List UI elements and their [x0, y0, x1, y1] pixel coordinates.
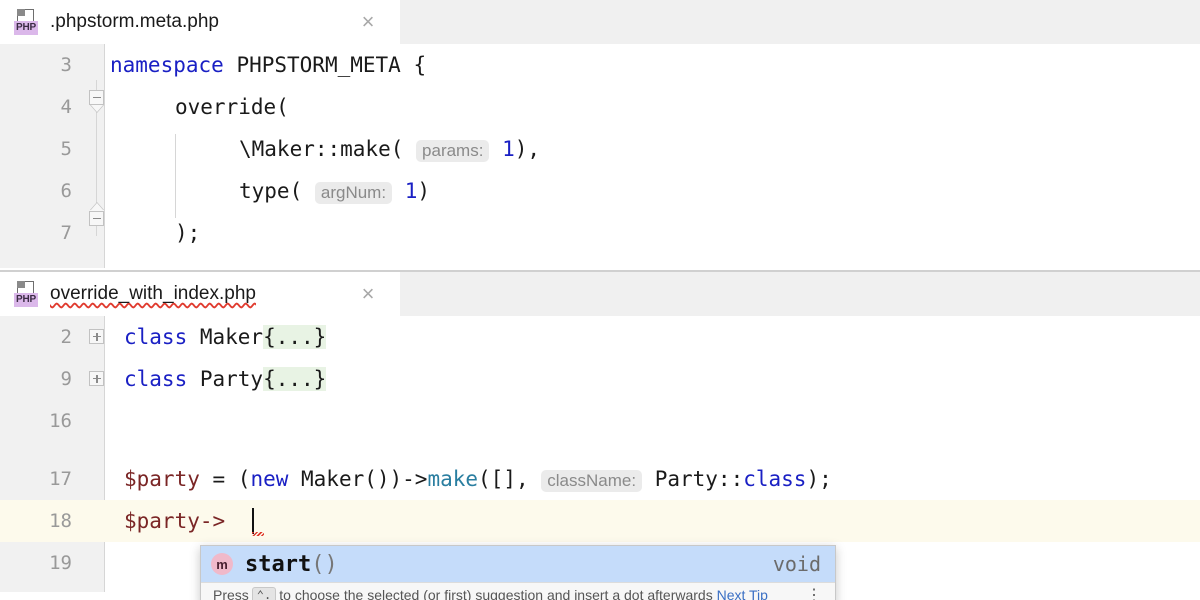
- code-line[interactable]: 3 namespace PHPSTORM_META {: [0, 44, 1200, 86]
- param-hint-argnum: argNum:: [314, 182, 393, 204]
- token-namespace-ident: PHPSTORM_META: [236, 53, 401, 77]
- tab-phpstorm-meta[interactable]: PHP .phpstorm.meta.php ×: [0, 0, 400, 44]
- token-number: 1: [502, 137, 515, 161]
- method-icon: m: [211, 553, 233, 575]
- token-maker-ctor: Maker())->: [288, 467, 428, 491]
- line-number: 2: [60, 326, 72, 348]
- code-text: override(: [175, 86, 289, 128]
- footer-shortcut: ⌃.: [251, 586, 277, 600]
- code-line[interactable]: 7 );: [0, 212, 1200, 254]
- code-line[interactable]: 2 class Maker{...}: [0, 316, 1200, 358]
- ide-editor-window: PHP .phpstorm.meta.php × 3 namespace PHP…: [0, 0, 1200, 600]
- line-number: 17: [49, 468, 72, 490]
- token-keyword: namespace: [110, 53, 224, 77]
- fold-placeholder[interactable]: {...}: [263, 325, 327, 349]
- code-line[interactable]: 5 \Maker::make( params: 1),: [0, 128, 1200, 170]
- tab-label-override-with-index: override_with_index.php: [50, 283, 256, 304]
- line-number: 9: [60, 368, 72, 390]
- autocomplete-item-type: void: [772, 552, 821, 576]
- code-line[interactable]: 6 type( argNum: 1): [0, 170, 1200, 212]
- line-number: 18: [49, 510, 72, 532]
- code-text: $party = (new Maker())->make([], classNa…: [124, 458, 832, 502]
- editor-pane-top: PHP .phpstorm.meta.php × 3 namespace PHP…: [0, 0, 1200, 272]
- code-area-top[interactable]: 3 namespace PHPSTORM_META { 4 override( …: [0, 44, 1200, 268]
- line-number: 3: [60, 54, 72, 76]
- token-keyword-class: class: [124, 367, 188, 391]
- param-hint-classname: className:: [541, 470, 643, 492]
- code-text: );: [175, 212, 200, 254]
- token-method-make: make: [427, 467, 479, 491]
- token-variable-arrow: $party->: [124, 509, 226, 533]
- tabstrip-bottom: PHP override_with_index.php ×: [0, 272, 1200, 320]
- token-class-const: class: [743, 467, 807, 491]
- code-text: class Maker{...}: [124, 316, 327, 358]
- code-line[interactable]: 16: [0, 400, 1200, 442]
- autocomplete-item-name: start: [245, 551, 312, 577]
- tab-label-phpstorm-meta: .phpstorm.meta.php: [50, 11, 219, 32]
- line-number: 6: [60, 180, 72, 202]
- code-text: type( argNum: 1): [239, 170, 430, 214]
- code-text: namespace PHPSTORM_META {: [110, 44, 426, 86]
- tab-override-with-index[interactable]: PHP override_with_index.php ×: [0, 272, 400, 316]
- token-keyword-class: class: [124, 325, 188, 349]
- token-keyword-new: new: [250, 467, 289, 491]
- php-badge-label: PHP: [14, 293, 38, 307]
- line-number: 4: [60, 96, 72, 118]
- line-number: 7: [60, 222, 72, 244]
- code-line[interactable]: 4 override(: [0, 86, 1200, 128]
- close-icon[interactable]: ×: [358, 11, 378, 33]
- token-type-call: type(: [239, 179, 303, 203]
- token-variable: $party: [124, 467, 200, 491]
- tabstrip-top: PHP .phpstorm.meta.php ×: [0, 0, 1200, 48]
- footer-next-tip-link[interactable]: Next Tip: [717, 587, 768, 600]
- param-hint-params: params:: [416, 140, 490, 162]
- token-class-name: Maker: [187, 325, 264, 349]
- token-maker-make: \Maker::make(: [239, 137, 404, 161]
- close-icon[interactable]: ×: [358, 283, 378, 305]
- footer-more-icon[interactable]: ⋮: [806, 585, 823, 600]
- token-class-name: Party: [187, 367, 264, 391]
- line-number: 5: [60, 138, 72, 160]
- line-number: 16: [49, 410, 72, 432]
- code-text: \Maker::make( params: 1),: [239, 128, 540, 172]
- code-line[interactable]: 9 class Party{...}: [0, 358, 1200, 400]
- autocomplete-item-start[interactable]: m start () void: [201, 546, 835, 582]
- token-party-prefix: Party::: [642, 467, 744, 491]
- token-open-brace: {: [400, 53, 427, 77]
- token-number: 1: [404, 179, 418, 203]
- token-override-call: override(: [175, 95, 289, 119]
- autocomplete-item-parens: (): [311, 551, 338, 577]
- code-line-active[interactable]: 18 $party->: [0, 500, 1200, 542]
- token-comma-close: ),: [514, 137, 541, 161]
- code-text: class Party{...}: [124, 358, 327, 400]
- token-close-stmt: );: [175, 221, 201, 245]
- token-stmt-end: );: [806, 467, 832, 491]
- autocomplete-footer: Press ⌃. to choose the selected (or firs…: [201, 582, 835, 600]
- token-assign: = (: [199, 467, 251, 491]
- autocomplete-popup[interactable]: m start () void Press ⌃. to choose the s…: [200, 545, 836, 600]
- footer-middle: to choose the selected (or first) sugges…: [279, 586, 713, 600]
- token-close-paren: ): [417, 179, 431, 203]
- footer-prefix: Press: [213, 586, 249, 600]
- code-line[interactable]: 17 $party = (new Maker())->make([], clas…: [0, 458, 1200, 500]
- php-file-icon: PHP: [14, 8, 40, 36]
- php-file-icon: PHP: [14, 280, 40, 308]
- php-badge-label: PHP: [14, 21, 38, 35]
- code-text: $party->: [124, 500, 225, 542]
- token-namespace-name: [224, 53, 237, 77]
- token-make-args-open: ([],: [478, 467, 542, 491]
- text-caret: [252, 508, 254, 534]
- line-number: 19: [49, 552, 72, 574]
- error-squiggle-icon: [252, 532, 264, 536]
- fold-placeholder[interactable]: {...}: [263, 367, 327, 391]
